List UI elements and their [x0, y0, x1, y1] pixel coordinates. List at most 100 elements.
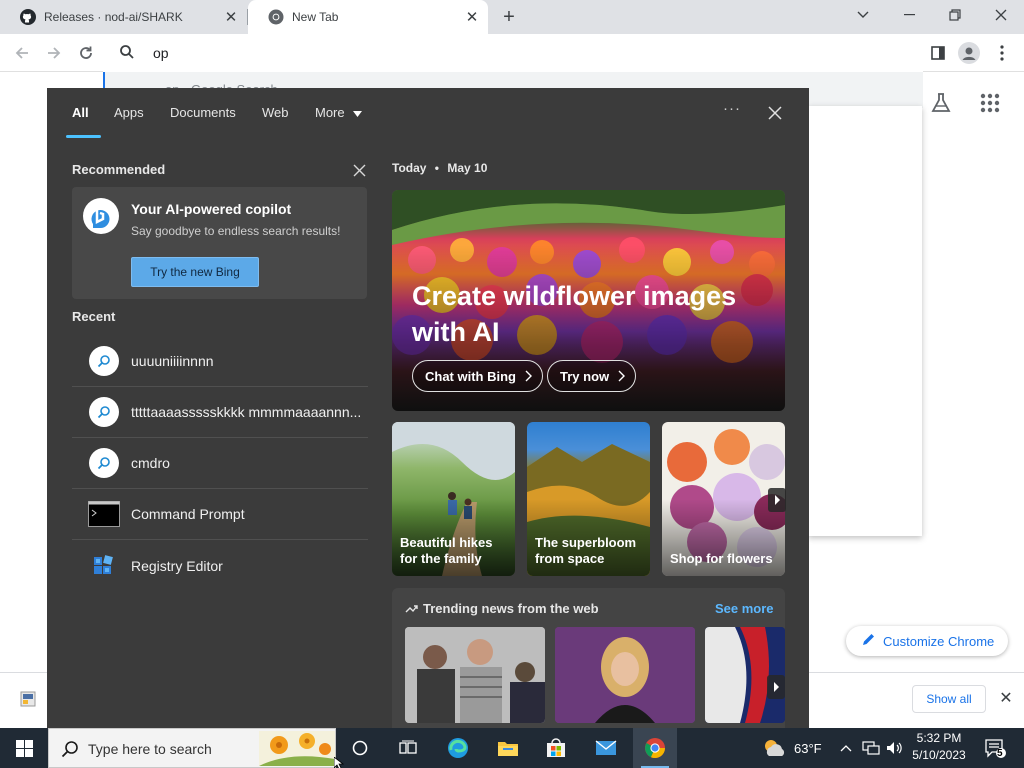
chrome-menu-icon[interactable] — [989, 40, 1015, 66]
address-input[interactable]: op — [153, 45, 169, 61]
chrome-icon — [268, 9, 284, 25]
bing-logo-icon — [82, 197, 120, 235]
search-icon — [119, 44, 135, 65]
tab-documents[interactable]: Documents — [170, 105, 236, 120]
notification-center-icon[interactable]: 5 — [980, 728, 1010, 768]
tab-web[interactable]: Web — [262, 105, 289, 120]
hero-title: Create wildflower images with AI — [412, 281, 737, 347]
download-file-icon[interactable] — [20, 691, 36, 712]
mail-icon[interactable] — [584, 728, 628, 768]
chevron-right-icon — [618, 370, 626, 382]
news-thumbnail[interactable] — [405, 627, 545, 723]
system-clock[interactable]: 5:32 PM 5/10/2023 — [906, 730, 972, 764]
tab-more[interactable]: More — [315, 105, 363, 120]
tile-superbloom[interactable]: The superbloom from space — [527, 422, 650, 576]
try-now-label: Try now — [560, 368, 610, 384]
search-filter-tabs: All Apps Documents Web More ··· — [47, 88, 809, 138]
close-download-bar-icon[interactable]: ✕ — [996, 688, 1016, 708]
search-icon — [89, 346, 119, 376]
copilot-card[interactable]: Your AI-powered copilot Say goodbye to e… — [72, 187, 367, 299]
side-panel-icon[interactable] — [925, 40, 951, 66]
clock-time: 5:32 PM — [916, 731, 962, 745]
restore-icon[interactable] — [932, 0, 978, 30]
show-all-downloads-button[interactable]: Show all — [912, 685, 986, 713]
search-highlight-flowers-icon — [259, 731, 335, 766]
try-now-button[interactable]: Try now — [547, 360, 637, 392]
pencil-icon — [862, 633, 875, 649]
customize-label: Customize Chrome — [883, 633, 995, 649]
news-next-icon[interactable] — [767, 675, 785, 699]
github-icon — [20, 9, 36, 25]
reload-icon[interactable] — [72, 39, 100, 67]
show-hidden-icons-icon[interactable] — [836, 728, 856, 768]
minimize-icon[interactable] — [886, 0, 932, 30]
chat-with-bing-button[interactable]: Chat with Bing — [412, 360, 543, 392]
chevron-right-icon — [525, 370, 532, 382]
active-tab-indicator — [66, 135, 101, 138]
forward-icon[interactable] — [40, 39, 68, 67]
close-panel-icon[interactable] — [764, 102, 786, 124]
close-tab-icon[interactable]: ✕ — [462, 7, 482, 27]
back-icon[interactable] — [8, 39, 36, 67]
see-more-link[interactable]: See more — [715, 601, 774, 616]
recent-item[interactable]: Command Prompt — [72, 489, 368, 540]
task-view-icon[interactable] — [386, 728, 430, 768]
try-bing-button[interactable]: Try the new Bing — [131, 257, 259, 287]
tab-apps[interactable]: Apps — [114, 105, 144, 120]
tab-search-icon[interactable] — [840, 0, 886, 30]
tile-caption: The superbloom from space — [535, 535, 637, 566]
today-date-value: May 10 — [447, 161, 488, 175]
recent-item-label: Command Prompt — [131, 506, 245, 522]
news-photo-courtroom — [405, 627, 545, 723]
labs-flask-icon[interactable] — [930, 92, 952, 119]
tab-releases[interactable]: Releases · nod-ai/SHARK ✕ — [0, 0, 247, 34]
chrome-taskbar-icon[interactable] — [633, 728, 677, 768]
tab-new-tab[interactable]: New Tab ✕ — [248, 0, 488, 34]
cortana-icon[interactable] — [338, 728, 382, 768]
network-icon[interactable] — [860, 728, 882, 768]
tile-flowers[interactable]: Shop for flowers — [662, 422, 785, 576]
recent-list: uuuuniiiinnnn tttttaaaassssskkkk mmmmaaa… — [72, 336, 368, 591]
edge-icon[interactable] — [436, 728, 480, 768]
microsoft-store-icon[interactable] — [534, 728, 578, 768]
tile-caption: Shop for flowers — [670, 551, 773, 566]
tile-hikes[interactable]: Beautiful hikes for the family — [392, 422, 515, 576]
today-label: Today — [392, 161, 427, 175]
close-window-icon[interactable] — [978, 0, 1024, 30]
recent-item[interactable]: cmdro — [72, 438, 368, 489]
taskbar-search-placeholder: Type here to search — [88, 741, 212, 757]
new-tab-page-card — [808, 106, 922, 536]
recent-item-label: cmdro — [131, 455, 170, 471]
dismiss-recommended-icon[interactable] — [350, 161, 368, 179]
weather-temp: 63°F — [794, 740, 822, 756]
notification-count: 5 — [997, 748, 1003, 759]
close-tab-icon[interactable]: ✕ — [221, 7, 241, 27]
google-apps-icon[interactable] — [980, 93, 1000, 118]
search-icon — [61, 740, 79, 763]
news-thumbnail[interactable] — [555, 627, 695, 723]
recent-item-label: tttttaaaassssskkkk mmmmaaaannn... — [131, 404, 362, 420]
customize-chrome-button[interactable]: Customize Chrome — [846, 626, 1008, 656]
recent-item-label: uuuuniiiinnnn — [131, 353, 214, 369]
terminal-icon — [87, 497, 121, 531]
recent-item[interactable]: tttttaaaassssskkkk mmmmaaaannn... — [72, 387, 368, 438]
recent-item[interactable]: uuuuniiiinnnn — [72, 336, 368, 387]
file-explorer-icon[interactable] — [486, 728, 530, 768]
recent-item[interactable]: Registry Editor — [72, 540, 368, 591]
clock-date: 5/10/2023 — [912, 748, 966, 762]
trending-news: Trending news from the web See more — [392, 588, 785, 728]
taskbar-search-box[interactable]: Type here to search — [48, 728, 336, 768]
more-options-icon[interactable]: ··· — [723, 100, 741, 117]
hero-card[interactable]: Create wildflower images with AI Chat wi… — [392, 190, 785, 411]
tab-title: Releases · nod-ai/SHARK — [44, 10, 183, 24]
weather-widget[interactable]: 63°F — [762, 728, 822, 768]
tiles-next-icon[interactable] — [768, 488, 786, 512]
registry-icon — [87, 549, 121, 583]
windows-start-icon[interactable] — [0, 728, 48, 768]
partly-cloudy-icon — [765, 740, 785, 756]
address-bar[interactable]: op — [103, 34, 923, 72]
new-tab-button[interactable]: + — [497, 5, 521, 29]
tab-all[interactable]: All — [72, 105, 89, 120]
volume-icon[interactable] — [884, 728, 906, 768]
profile-avatar-icon[interactable] — [956, 40, 982, 66]
